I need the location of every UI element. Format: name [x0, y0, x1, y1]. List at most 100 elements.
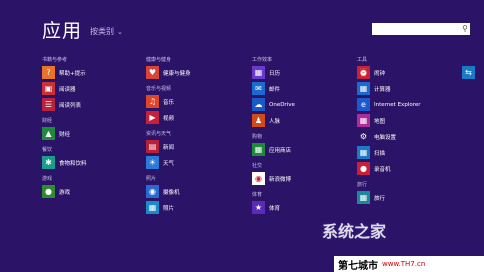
group-header: 旅行: [357, 182, 368, 188]
settings-icon: ⚙: [357, 130, 370, 143]
reading-list-icon: ☰: [42, 98, 55, 111]
search-input[interactable]: ⚲: [372, 23, 470, 35]
app-column: 书籍与参考? 帮助+提示 ▣ 阅读器 ☰ 阅读列表 财经 ▲ 财经 餐饮 ✱ 食物和饮料 游戏 ● 游戏: [42, 56, 146, 204]
group-header: 健康与健身: [146, 57, 172, 63]
group-header: 游戏: [42, 176, 53, 182]
app-tile-item[interactable]: ◉ 新浪微博: [252, 171, 356, 186]
app-name: 摄像机: [163, 189, 180, 196]
app-tile-item[interactable]: ☁ OneDrive: [252, 97, 356, 112]
sort-by-category-button[interactable]: 按类别 ⌄: [90, 26, 123, 37]
travel-icon: ▦: [357, 191, 370, 204]
app-name: Internet Explorer: [374, 101, 421, 108]
app-tile-item[interactable]: ▦ 扫描: [357, 145, 461, 160]
app-tile-item[interactable]: ▦ 照片: [146, 200, 250, 215]
app-group: ⇆: [462, 56, 484, 80]
group-header: 照片: [146, 176, 157, 182]
app-group: 体育 ★ 体育: [252, 191, 356, 215]
app-tile-item[interactable]: ? 帮助+提示: [42, 65, 146, 80]
group-header: 社交: [252, 163, 263, 169]
app-name: 人脉: [269, 118, 281, 125]
app-tile-item[interactable]: ▦ 计算器: [357, 81, 461, 96]
app-tile-item[interactable]: ▣ 阅读器: [42, 81, 146, 96]
app-tile-item[interactable]: ♥ 健康与健身: [146, 65, 250, 80]
app-tile-item[interactable]: ♫ 音乐: [146, 94, 250, 109]
app-tile-item[interactable]: ☀ 天气: [146, 155, 250, 170]
app-tile-item[interactable]: ▤ 新闻: [146, 139, 250, 154]
app-tile-item[interactable]: ● 游戏: [42, 184, 146, 199]
group-header: 资讯与天气: [146, 131, 172, 137]
group-header: 餐饮: [42, 147, 53, 153]
app-name: 录音机: [374, 166, 391, 173]
search-icon[interactable]: ⚲: [462, 25, 468, 33]
app-column: 健康与健身 ♥ 健康与健身音乐与视频 ♫ 音乐 ▶ 视频资讯与天气 ▤ 新闻 ☀ 天气照片 ◉ 摄像机 ▦…: [146, 56, 250, 220]
group-header: 书籍与参考: [42, 57, 68, 63]
app-group: 旅行 ▦ 旅行: [357, 181, 461, 205]
app-group: 社交 ◉ 新浪微博: [252, 162, 356, 186]
app-tile-item[interactable]: ⇆: [462, 65, 484, 80]
scan-icon: ▦: [357, 146, 370, 159]
watermark-footer: 第七城市 www.TH7.cn: [334, 256, 484, 272]
app-group: 游戏 ● 游戏: [42, 175, 146, 199]
news-icon: ▤: [146, 140, 159, 153]
app-tile-item[interactable]: ★ 体育: [252, 200, 356, 215]
photos-icon: ▦: [146, 201, 159, 214]
app-name: 闹钟: [374, 70, 386, 77]
weibo-icon: ◉: [252, 172, 265, 185]
app-group: 书籍与参考 ? 帮助+提示 ▣ 阅读器 ☰ 阅读列表: [42, 56, 146, 112]
finance-icon: ▲: [42, 127, 55, 140]
food-icon: ✱: [42, 156, 55, 169]
app-tile-item[interactable]: ● 录音机: [357, 161, 461, 176]
app-tile-item[interactable]: ▦ 日历: [252, 65, 356, 80]
app-group: 工具 ⏰ 闹钟 ▦ 计算器 e Internet Explorer ▦ 地图 ⚙ 电脑设置 ▦ 扫描 ● 录…: [357, 56, 461, 176]
group-header: 工具: [357, 57, 368, 63]
sort-label: 按类别: [90, 27, 114, 36]
games-icon: ●: [42, 185, 55, 198]
onedrive-icon: ☁: [252, 98, 265, 111]
app-name: 天气: [163, 160, 175, 167]
app-name: 旅行: [374, 195, 386, 202]
alarm-icon: ⏰: [357, 66, 370, 79]
maps-icon: ▦: [357, 114, 370, 127]
app-tile-item[interactable]: ☰ 阅读列表: [42, 97, 146, 112]
page-title: 应用: [42, 20, 83, 42]
app-name: 阅读器: [59, 86, 76, 93]
people-icon: ♟: [252, 114, 265, 127]
app-tile-item[interactable]: ▦ 地图: [357, 113, 461, 128]
watermark-footer-text: 第七城市: [338, 260, 378, 272]
app-column: ⇆: [462, 56, 484, 85]
app-group: 音乐与视频 ♫ 音乐 ▶ 视频: [146, 85, 250, 125]
app-name: 体育: [269, 205, 281, 212]
reader-icon: ▣: [42, 82, 55, 95]
group-header: 音乐与视频: [146, 86, 172, 92]
app-group: 工作效率 ▦ 日历 ✉ 邮件 ☁ OneDrive ♟ 人脉: [252, 56, 356, 128]
app-name: 食物和饮料: [59, 160, 87, 167]
app-tile-item[interactable]: ⚙ 电脑设置: [357, 129, 461, 144]
app-name: 日历: [269, 70, 281, 77]
app-tile-item[interactable]: ▦ 应用商店: [252, 142, 356, 157]
help-icon: ?: [42, 66, 55, 79]
app-tile-item[interactable]: e Internet Explorer: [357, 97, 461, 112]
app-name: 扫描: [374, 150, 386, 157]
app-name: 应用商店: [269, 147, 292, 154]
health-icon: ♥: [146, 66, 159, 79]
app-column: 工作效率 ▦ 日历 ✉ 邮件 ☁ OneDrive ♟ 人脉 购物 ▦ 应用商店 社交 ◉ 新浪微博 体育 ★ 体…: [252, 56, 356, 220]
app-column: 工具 ⏰ 闹钟 ▦ 计算器 e Internet Explorer ▦ 地图 ⚙ 电脑设置 ▦ 扫描 ● 录…: [357, 56, 461, 210]
app-tile-item[interactable]: ✱ 食物和饮料: [42, 155, 146, 170]
app-tile-item[interactable]: ♟ 人脉: [252, 113, 356, 128]
video-icon: ▶: [146, 111, 159, 124]
app-tile-item[interactable]: ⏰ 闹钟: [357, 65, 461, 80]
watermark-url: www.TH7.cn: [382, 260, 426, 268]
app-tile-item[interactable]: ▶ 视频: [146, 110, 250, 125]
app-name: 照片: [163, 205, 175, 212]
app-group: 资讯与天气 ▤ 新闻 ☀ 天气: [146, 130, 250, 170]
app-name: 视频: [163, 115, 175, 122]
group-header: 购物: [252, 134, 263, 140]
camera-icon: ◉: [146, 185, 159, 198]
app-tile-item[interactable]: ◉ 摄像机: [146, 184, 250, 199]
app-tile-item[interactable]: ▦ 旅行: [357, 190, 461, 205]
app-icon: ⇆: [462, 66, 475, 79]
app-name: 财经: [59, 131, 71, 138]
app-group: 财经 ▲ 财经: [42, 117, 146, 141]
app-tile-item[interactable]: ✉ 邮件: [252, 81, 356, 96]
app-tile-item[interactable]: ▲ 财经: [42, 126, 146, 141]
